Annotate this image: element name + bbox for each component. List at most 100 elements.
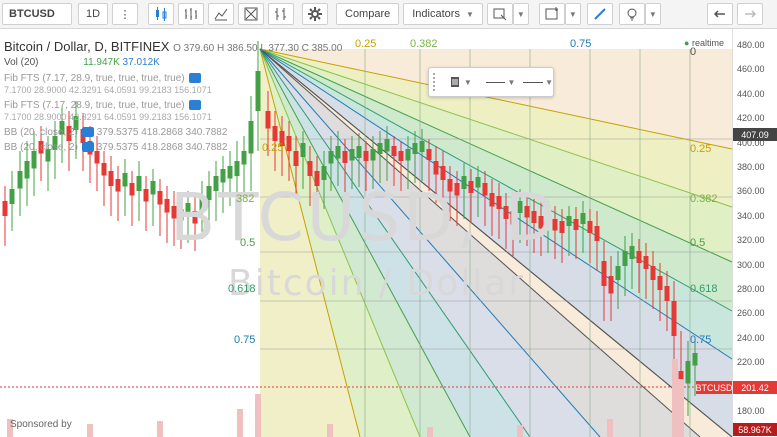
- vol-value-1: 11.947K: [83, 57, 120, 68]
- candle-body: [615, 266, 621, 280]
- gear-icon: [308, 7, 322, 21]
- candle-body: [248, 121, 254, 154]
- fib-top-025: 0.25: [355, 38, 377, 50]
- high-price-tag: 407.09: [733, 128, 777, 141]
- line-width-button[interactable]: ▼: [523, 78, 553, 87]
- current-price-tag: 201.42: [733, 381, 777, 394]
- price-axis-tick: 300.00: [737, 259, 765, 270]
- volume-bar: [607, 419, 613, 437]
- candle-body: [157, 191, 163, 205]
- eye-icon[interactable]: [81, 127, 94, 138]
- current-symbol-tag: BTCUSD: [695, 381, 733, 394]
- draw-brush-button[interactable]: [586, 3, 613, 25]
- price-axis-tick: 380.00: [737, 162, 765, 172]
- bb1-values: 379.5375 418.2868 340.7882: [96, 127, 228, 138]
- bb-legend-2: BB (20, close, 2) 379.5375 418.2868 340.…: [4, 142, 227, 153]
- redo-arrow-icon: [744, 10, 756, 18]
- symbol-label: BTCUSD: [9, 8, 55, 20]
- candles-style-button[interactable]: [148, 3, 174, 25]
- fib-right-0618: 0.618: [690, 283, 718, 295]
- candle-body: [255, 71, 261, 111]
- eye-icon[interactable]: [188, 73, 201, 84]
- chevron-down-icon: ▼: [465, 9, 474, 19]
- fib-right-05: 0.5: [690, 237, 706, 249]
- alert-dropdown[interactable]: ▼: [564, 3, 581, 25]
- price-axis-tick: 340.00: [737, 210, 765, 221]
- candle-body: [608, 276, 614, 294]
- candle-body: [559, 221, 565, 233]
- price-axis-tick: 320.00: [737, 235, 765, 246]
- renko-icon: [275, 8, 286, 20]
- candle-body: [419, 141, 425, 152]
- chevron-down-icon: ▼: [516, 9, 525, 19]
- area-chart-icon: [214, 8, 228, 21]
- candle-body: [643, 256, 649, 269]
- templates-button[interactable]: [486, 3, 513, 25]
- bars-style-button[interactable]: [178, 3, 204, 25]
- drag-handle-icon[interactable]: [433, 73, 443, 91]
- watermark-name: Bitcoin / Dollar: [228, 263, 526, 304]
- price-axis-tick: 180.00: [737, 406, 765, 416]
- redo-button[interactable]: [736, 3, 763, 25]
- price-axis-tick: 360.00: [737, 186, 765, 197]
- fib-right-025: 0.25: [690, 143, 712, 155]
- fib-legend-1: Fib FTS (7.17, 28.9, true, true, true, t…: [4, 73, 201, 84]
- fib-top-075: 0.75: [570, 38, 592, 50]
- eye-icon[interactable]: [81, 142, 94, 153]
- candle-body: [2, 201, 8, 216]
- templates-dropdown[interactable]: ▼: [512, 3, 529, 25]
- interval-button[interactable]: 1D: [78, 3, 108, 25]
- symbol-search-button[interactable]: BTCUSD: [2, 3, 72, 25]
- price-axis-tick: 440.00: [737, 88, 765, 99]
- candle-body: [265, 111, 271, 129]
- vol-label: Vol (20): [4, 57, 39, 68]
- candle-body: [335, 146, 341, 159]
- more-options-button[interactable]: ⋮: [112, 3, 138, 25]
- candles-icon: [156, 7, 167, 21]
- sponsored-label: Sponsored by: [10, 419, 72, 430]
- watermark-symbol: BTCUSD, D: [170, 179, 559, 256]
- price-axis-tick: 280.00: [737, 284, 765, 294]
- volume-bar: [157, 421, 163, 437]
- candle-body: [384, 139, 390, 152]
- candle-body: [136, 176, 142, 191]
- renko-button[interactable]: [268, 3, 294, 25]
- candle-body: [234, 161, 240, 176]
- candle-body: [321, 166, 327, 180]
- ideas-dropdown[interactable]: ▼: [644, 3, 661, 25]
- line-width-icon: [523, 81, 544, 83]
- fib-right-075: 0.75: [690, 334, 712, 346]
- candle-body: [363, 151, 369, 161]
- fib-values-1: 7.1700 28.9000 42.3291 64.0591 99.2183 1…: [4, 85, 212, 95]
- price-axis-tick: 420.00: [737, 113, 765, 124]
- chevron-down-icon: ▼: [507, 77, 516, 87]
- settings-button[interactable]: [302, 3, 328, 25]
- fib-left-075: 0.75: [234, 334, 256, 346]
- candle-body: [573, 219, 579, 230]
- candle-body: [342, 151, 348, 163]
- price-axis-tick: 460.00: [737, 64, 765, 75]
- candle-body: [293, 151, 299, 166]
- candle-body: [307, 161, 313, 176]
- volume-legend: Vol (20) 11.947K 37.012K: [4, 57, 160, 68]
- heikin-ashi-button[interactable]: [238, 3, 264, 25]
- bb-legend-1: BB (20, close, 2) 379.5375 418.2868 340.…: [4, 127, 227, 138]
- indicators-button[interactable]: Indicators ▼: [403, 3, 483, 25]
- undo-button[interactable]: [706, 3, 733, 25]
- candle-body: [440, 166, 446, 180]
- candle-body: [31, 151, 37, 169]
- chart-area[interactable]: BTCUSD, D Bitcoin / Dollar Bitcoin / Dol…: [0, 29, 777, 437]
- candle-body: [587, 221, 593, 233]
- line-style-button[interactable]: ▼: [485, 77, 516, 87]
- template-menu-button[interactable]: ▼: [449, 76, 472, 88]
- compare-label: Compare: [345, 8, 391, 20]
- volume-bar: [678, 379, 684, 437]
- alert-button[interactable]: [538, 3, 565, 25]
- line-chart-button[interactable]: [208, 3, 234, 25]
- ideas-button[interactable]: [618, 3, 645, 25]
- candle-body: [398, 151, 404, 161]
- compare-button[interactable]: Compare: [336, 3, 400, 25]
- candle-body: [685, 361, 691, 384]
- eye-icon[interactable]: [188, 100, 201, 111]
- candle-body: [129, 183, 135, 196]
